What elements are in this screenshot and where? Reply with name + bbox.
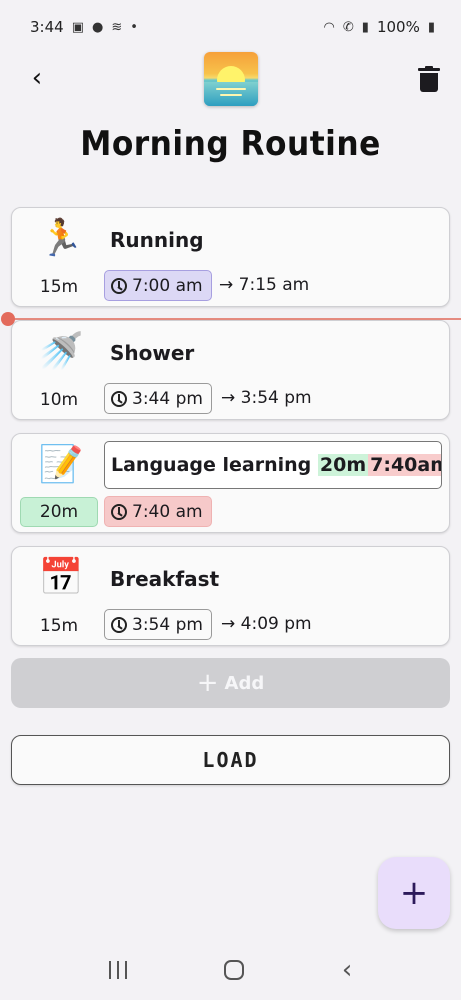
start-time: 7:00 am: [132, 275, 203, 296]
back-arrow-icon[interactable]: ‹: [22, 64, 52, 94]
trash-icon[interactable]: [418, 66, 440, 92]
calendar-icon: 📅: [38, 557, 84, 598]
clock-icon: [111, 390, 127, 407]
shower-icon: 🚿: [38, 331, 84, 372]
end-time: → 4:09 pm: [221, 614, 312, 634]
recent-bar: [108, 961, 111, 979]
clock-icon: [111, 277, 127, 294]
page-title: Morning Routine: [80, 124, 381, 164]
start-time: 3:44 pm: [132, 388, 203, 409]
more-notifications-icon: •: [130, 19, 138, 35]
wifi-calling-icon: ≋: [111, 19, 123, 35]
trash-can: [420, 73, 438, 92]
load-button[interactable]: LOAD: [11, 735, 450, 785]
running-person-icon: 🏃: [38, 218, 84, 259]
signal-icon: ▮: [361, 19, 369, 35]
call-icon: ✆: [342, 19, 354, 35]
task-name[interactable]: Shower: [110, 341, 194, 365]
clock-icon: [111, 503, 127, 520]
parsed-time-highlight: 7:40am: [368, 454, 441, 476]
task-duration[interactable]: 10m: [20, 387, 98, 413]
end-time: → 3:54 pm: [221, 388, 312, 408]
task-name-text: Language learning: [111, 454, 318, 476]
task-card-running[interactable]: 🏃 Running 15m 7:00 am → 7:15 am: [11, 207, 450, 307]
parsed-duration-highlight: 20m: [317, 454, 369, 476]
task-card-breakfast[interactable]: 📅 Breakfast 15m 3:54 pm → 4:09 pm: [11, 546, 450, 646]
end-time: → 7:15 am: [219, 275, 310, 295]
memo-icon: 📝: [38, 444, 84, 485]
start-time-chip[interactable]: 7:00 am: [104, 270, 212, 301]
start-time: 7:40 am: [132, 501, 203, 522]
plus-icon: +: [399, 873, 429, 913]
start-time-chip[interactable]: 7:40 am: [104, 496, 212, 527]
add-task-button[interactable]: + Add: [11, 658, 450, 708]
system-nav-bar: ‹: [0, 940, 461, 1000]
start-time: 3:54 pm: [132, 614, 203, 635]
plus-icon: +: [196, 668, 219, 698]
wifi-icon: ◠: [323, 19, 335, 35]
task-name-input[interactable]: Language learning 20m 7:40am: [104, 441, 442, 489]
task-name[interactable]: Breakfast: [110, 567, 219, 591]
status-left: 3:44 ▣ ● ≋ •: [30, 18, 138, 36]
add-label: Add: [224, 672, 265, 694]
gallery-notification-icon: ▣: [71, 19, 84, 35]
recent-bar: [124, 961, 127, 979]
status-right: ◠ ✆ ▮ 100% ▮: [324, 18, 435, 36]
message-notification-icon: ●: [91, 19, 104, 35]
battery-icon: ▮: [427, 19, 435, 35]
wave-line: [220, 94, 242, 96]
start-time-chip[interactable]: 3:54 pm: [104, 609, 212, 640]
task-card-language-learning[interactable]: 📝 Language learning 20m 7:40am 20m 7:40 …: [11, 433, 450, 533]
status-bar: 3:44 ▣ ● ≋ • ◠ ✆ ▮ 100% ▮: [0, 0, 461, 54]
app-header: ‹: [0, 50, 461, 110]
task-name[interactable]: Running: [110, 228, 204, 252]
status-time: 3:44: [30, 18, 64, 36]
task-duration[interactable]: 15m: [20, 613, 98, 639]
fab-add-button[interactable]: +: [378, 857, 450, 929]
start-time-chip[interactable]: 3:44 pm: [104, 383, 212, 414]
recent-bar: [116, 961, 119, 979]
trash-lid: [418, 68, 440, 71]
task-card-shower[interactable]: 🚿 Shower 10m 3:44 pm → 3:54 pm: [11, 320, 450, 420]
task-duration[interactable]: 15m: [20, 274, 98, 300]
recent-apps-icon[interactable]: [108, 961, 127, 979]
home-icon[interactable]: [224, 960, 245, 980]
clock-icon: [111, 616, 127, 633]
nav-back-icon[interactable]: ‹: [342, 957, 352, 983]
sunrise-logo-icon: [204, 52, 258, 106]
wave-line: [216, 88, 246, 90]
battery-percent: 100%: [376, 18, 420, 36]
task-duration[interactable]: 20m: [20, 497, 98, 527]
